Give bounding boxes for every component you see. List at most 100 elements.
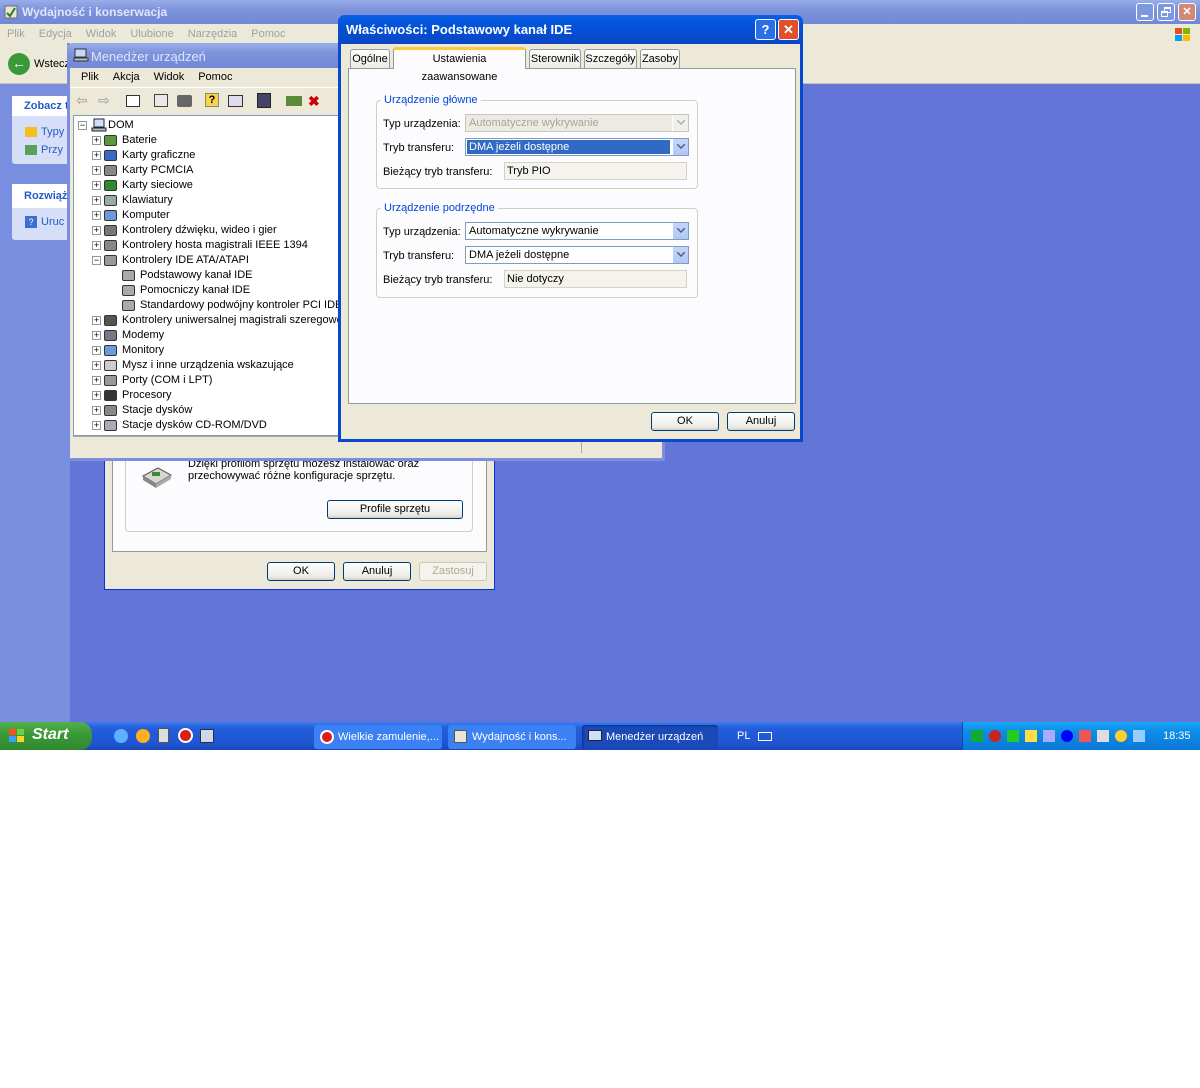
show-hide-tree-icon[interactable] [126,95,140,107]
expand-icon[interactable]: + [92,226,101,235]
messenger-icon[interactable] [1133,730,1145,742]
minimize-button[interactable] [1136,3,1154,21]
tree-item[interactable]: + Karty graficzne [92,148,338,163]
tree-item[interactable]: + Stacje dysków CD-ROM/DVD [92,418,338,433]
tree-item[interactable]: + Komputer [92,208,338,223]
sysprops-ok-button[interactable]: OK [267,562,335,581]
expand-icon[interactable]: + [92,331,101,340]
language-indicator[interactable]: PL [737,730,750,742]
uninstall-icon[interactable]: ✖ [308,93,320,110]
dialog-cancel-button[interactable]: Anuluj [727,412,795,431]
task-device-manager[interactable]: Menedżer urządzeń [582,725,718,749]
see-also-item-2[interactable]: Przy [25,144,63,156]
update-driver-icon[interactable] [286,96,302,106]
expand-icon[interactable]: + [92,181,101,190]
expand-icon[interactable]: + [92,211,101,220]
back-label[interactable]: Wstecz [34,58,70,70]
expand-icon[interactable]: + [92,346,101,355]
devmgr-menu-widok[interactable]: Widok [147,68,192,87]
expand-icon[interactable]: + [92,421,101,430]
tree-item[interactable]: + Kontrolery hosta magistrali IEEE 1394 [92,238,338,253]
close-icon[interactable]: ✕ [1178,3,1196,21]
dialog-ok-button[interactable]: OK [651,412,719,431]
scan-hardware-icon[interactable] [257,93,271,108]
tab-driver[interactable]: Sterownik [529,49,581,68]
expand-icon[interactable]: + [92,316,101,325]
tree-item[interactable]: + Kontrolery uniwersalnej magistrali szer… [92,313,338,328]
tree-item[interactable]: Standardowy podwójny kontroler PCI IDE [114,298,338,313]
tab-resources[interactable]: Zasoby [640,49,680,68]
devmgr-menu-pomoc[interactable]: Pomoc [191,68,239,87]
expand-icon[interactable]: + [92,241,101,250]
collapse-icon[interactable]: − [78,121,87,130]
display-tray-icon[interactable] [1097,730,1109,742]
menu-edycja[interactable]: Edycja [32,24,79,44]
hardware-profiles-button[interactable]: Profile sprzętu [327,500,463,519]
dialog-titlebar[interactable]: Właściwości: Podstawowy kanał IDE ? ✕ [338,15,803,44]
antivirus-icon[interactable] [989,730,1001,742]
sysprops-apply-button[interactable]: Zastosuj [419,562,487,581]
tree-item[interactable]: + Karty sieciowe [92,178,338,193]
tree-item[interactable]: − Kontrolery IDE ATA/ATAPI [92,253,338,268]
browser-icon[interactable] [114,729,128,743]
volume-icon[interactable] [1115,730,1127,742]
close-icon[interactable]: ✕ [778,19,799,40]
bluetooth-icon[interactable] [1061,730,1073,742]
expand-icon[interactable]: + [92,376,101,385]
document-icon[interactable] [158,728,169,743]
tree-item[interactable]: + Stacje dysków [92,403,338,418]
wireless-icon[interactable] [1007,730,1019,742]
tree-item[interactable]: Pomocniczy kanał IDE [114,283,338,298]
power-icon[interactable] [1025,730,1037,742]
primary-device-type-select[interactable]: Automatyczne wykrywanie [465,114,689,132]
expand-icon[interactable]: + [92,196,101,205]
tab-general[interactable]: Ogólne [350,49,390,68]
menu-plik[interactable]: Plik [0,24,32,44]
menu-narzedzia[interactable]: Narzędzia [181,24,245,44]
restore-button[interactable] [1157,3,1175,21]
network-icon[interactable] [971,730,983,742]
clock[interactable]: 18:35 [1163,730,1191,742]
expand-icon[interactable]: + [92,151,101,160]
tab-advanced-settings[interactable]: Ustawienia zaawansowane [393,47,526,83]
expand-icon[interactable]: + [92,136,101,145]
expand-icon[interactable]: + [92,391,101,400]
task-opera[interactable]: Wielkie zamulenie,... [314,725,442,749]
expand-icon[interactable]: + [92,361,101,370]
tree-item[interactable]: + Karty PCMCIA [92,163,338,178]
tree-item[interactable]: + Mysz i inne urządzenia wskazujące [92,358,338,373]
secondary-transfer-mode-select[interactable]: DMA jeżeli dostępne [465,246,689,264]
menu-widok[interactable]: Widok [79,24,124,44]
tree-item[interactable]: Podstawowy kanał IDE [114,268,338,283]
media-player-icon[interactable] [136,729,150,743]
back-icon[interactable]: ⇦ [76,92,88,109]
print-icon[interactable] [177,95,192,107]
tree-item[interactable]: + Klawiatury [92,193,338,208]
task-performance[interactable]: Wydajność i kons... [448,725,576,749]
back-arrow-icon[interactable]: ← [8,53,30,75]
forward-icon[interactable]: ⇨ [98,92,110,109]
primary-transfer-mode-select[interactable]: DMA jeżeli dostępne [465,138,689,156]
properties-icon[interactable] [154,94,168,107]
security-icon[interactable] [1079,730,1091,742]
start-button[interactable]: Start [0,722,92,750]
expand-icon[interactable]: + [92,166,101,175]
opera-icon[interactable] [178,728,193,743]
tree-item[interactable]: + Procesory [92,388,338,403]
tree-item[interactable]: + Baterie [92,133,338,148]
tree-root[interactable]: − DOM [78,118,338,133]
devmgr-menu-plik[interactable]: Plik [74,68,106,87]
troubleshoot-item[interactable]: ? Uruc [25,216,64,229]
see-also-item-1[interactable]: Typy [25,126,64,138]
help-icon[interactable]: ? [205,93,219,107]
tree-item[interactable]: + Modemy [92,328,338,343]
menu-ulubione[interactable]: Ulubione [123,24,180,44]
keyboard-icon[interactable] [758,732,772,741]
usb-tray-icon[interactable] [1043,730,1055,742]
collapse-icon[interactable]: − [92,256,101,265]
expand-icon[interactable]: + [92,406,101,415]
tree-item[interactable]: + Porty (COM i LPT) [92,373,338,388]
tab-details[interactable]: Szczegóły [584,49,637,68]
help-icon[interactable]: ? [755,19,776,40]
devmgr-menu-akcja[interactable]: Akcja [106,68,147,87]
